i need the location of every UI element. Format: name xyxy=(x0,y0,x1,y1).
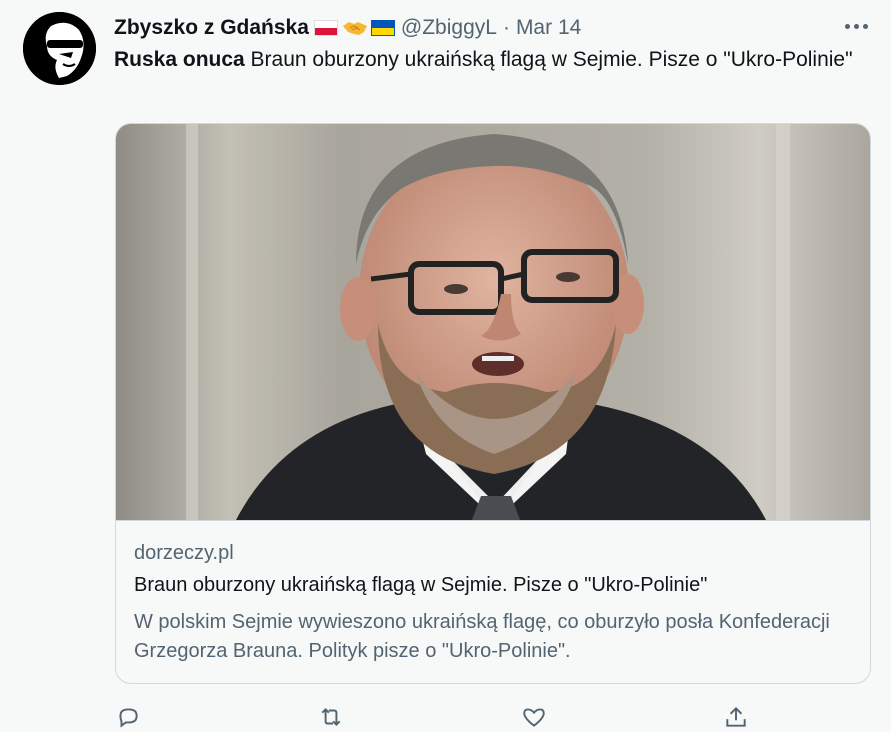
tweet-actions xyxy=(0,702,891,730)
card-image[interactable] xyxy=(116,124,870,521)
link-card[interactable]: dorzeczy.pl Braun oburzony ukraińską fla… xyxy=(115,123,871,684)
card-photo xyxy=(116,124,870,520)
share-icon[interactable] xyxy=(721,702,751,732)
handshake-icon xyxy=(342,22,367,35)
author-name[interactable]: Zbyszko z Gdańska xyxy=(114,16,309,40)
reply-icon[interactable] xyxy=(113,702,143,732)
poland-flag-icon xyxy=(313,20,338,36)
ukraine-flag-icon xyxy=(370,20,395,36)
avatar-image xyxy=(23,12,96,85)
avatar[interactable] xyxy=(23,12,96,85)
card-description: W polskim Sejmie wywieszono ukraińską fl… xyxy=(134,611,830,662)
name-emojis xyxy=(311,18,395,38)
tweet-header: Zbyszko z Gdańska @ZbiggyL · Mar 14 xyxy=(114,14,581,42)
separator-dot: · xyxy=(502,16,510,39)
retweet-icon[interactable] xyxy=(316,702,346,732)
more-options-icon[interactable] xyxy=(841,13,871,39)
tweet-text-body: Braun oburzony ukraińską flagą w Sejmie.… xyxy=(244,48,853,71)
tweet-text: Ruska onuca Braun oburzony ukraińską fla… xyxy=(114,46,854,74)
tweet-text-bold: Ruska onuca xyxy=(114,48,245,71)
card-title: Braun oburzony ukraińską flagą w Sejmie.… xyxy=(134,574,708,596)
author-handle[interactable]: @ZbiggyL xyxy=(401,16,497,40)
card-domain: dorzeczy.pl xyxy=(134,542,234,564)
tweet-date[interactable]: Mar 14 xyxy=(516,16,581,40)
tweet[interactable]: Zbyszko z Gdańska @ZbiggyL · Mar 14 Rusk… xyxy=(0,0,891,730)
like-icon[interactable] xyxy=(519,702,549,732)
